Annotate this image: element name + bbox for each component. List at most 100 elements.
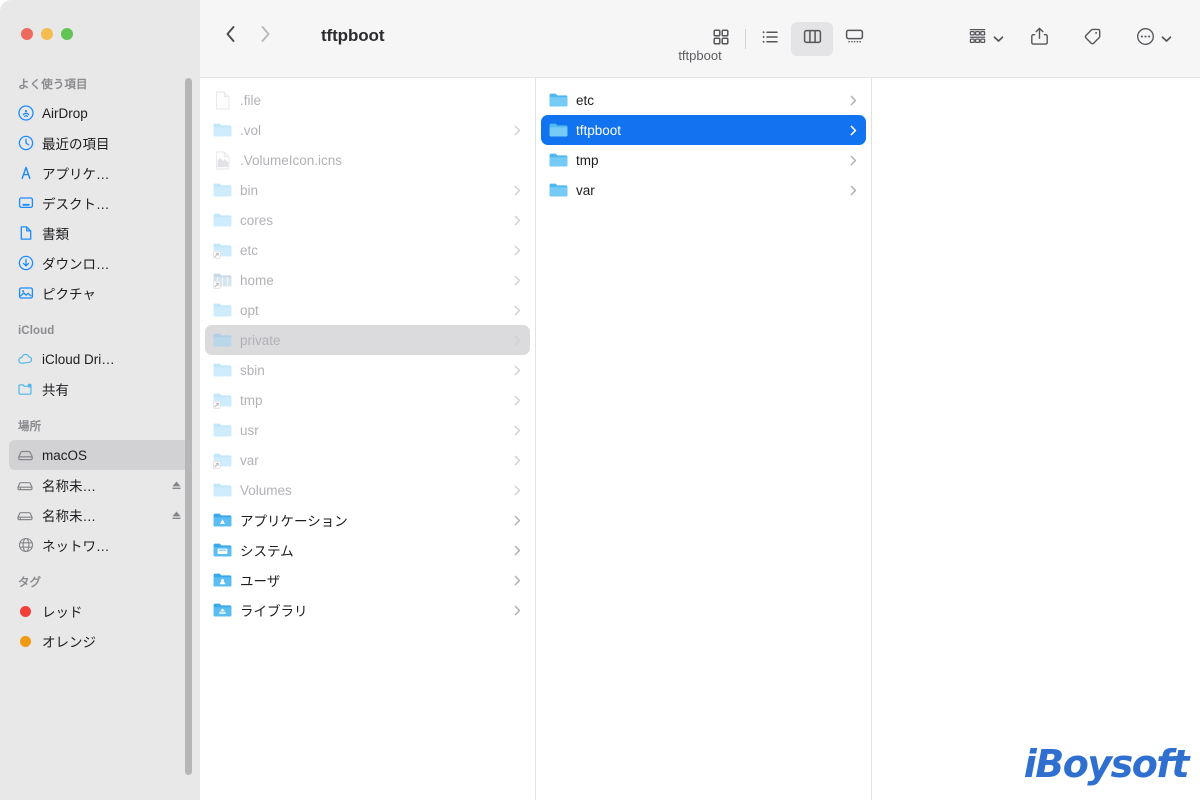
list-item-label: .VolumeIcon.icns (240, 152, 343, 168)
list-item[interactable]: etc (205, 235, 530, 265)
list-item[interactable]: etc (541, 85, 866, 115)
chevron-down-icon (1161, 35, 1172, 43)
list-item[interactable]: tmp (541, 145, 866, 175)
system-folder-icon (213, 541, 232, 560)
maximize-button[interactable] (61, 28, 73, 40)
chevron-right-icon (514, 485, 523, 496)
list-item[interactable]: tmp (205, 385, 530, 415)
list-item-label: sbin (240, 362, 265, 378)
list-item-label: home (240, 272, 274, 288)
list-item-label: etc (576, 92, 595, 108)
library-folder-icon (213, 601, 232, 620)
sidebar-section-favorites-title: よく使う項目 (18, 79, 88, 91)
chevron-down-icon (993, 35, 1004, 43)
sidebar-item-tag-red[interactable]: レッド (9, 596, 191, 626)
list-item[interactable]: ユーザ (205, 565, 530, 595)
sidebar-item-macos[interactable]: macOS (9, 440, 191, 470)
chevron-right-icon (514, 365, 523, 376)
column-3[interactable] (872, 78, 1199, 800)
column-1[interactable]: .file .vol .VolumeIcon.icns bin cores et… (200, 78, 536, 800)
list-item-label: tmp (576, 152, 599, 168)
chevron-right-icon (514, 515, 523, 526)
chevron-right-icon (514, 545, 523, 556)
folder-icon (213, 331, 232, 350)
chevron-right-icon (514, 425, 523, 436)
clock-icon (17, 135, 34, 152)
list-item-private[interactable]: private (205, 325, 530, 355)
external-disk-icon (17, 477, 34, 494)
icloud-icon (17, 351, 34, 368)
folder-icon (213, 211, 232, 230)
list-item[interactable]: Volumes (205, 475, 530, 505)
airdrop-icon (17, 105, 34, 122)
sidebar-item-documents[interactable]: 書類 (9, 218, 191, 248)
sidebar-item-label: ダウンロ… (42, 257, 110, 272)
sidebar-item-untitled-disk-2[interactable]: 名称未… (9, 500, 191, 530)
navigation-buttons (224, 24, 272, 44)
sidebar-item-label: 最近の項目 (42, 137, 110, 152)
chevron-right-icon (514, 605, 523, 616)
forward-button[interactable] (259, 24, 272, 44)
list-item[interactable]: opt (205, 295, 530, 325)
sidebar-item-untitled-disk-1[interactable]: 名称未… (9, 470, 191, 500)
list-item[interactable]: .VolumeIcon.icns (205, 145, 530, 175)
list-item[interactable]: cores (205, 205, 530, 235)
list-item[interactable]: .vol (205, 115, 530, 145)
sidebar-item-downloads[interactable]: ダウンロ… (9, 248, 191, 278)
folder-icon (549, 181, 568, 200)
eject-icon[interactable] (171, 480, 183, 491)
list-item[interactable]: システム (205, 535, 530, 565)
external-disk-icon (17, 507, 34, 524)
sidebar-item-applications[interactable]: アプリケ… (9, 158, 191, 188)
sidebar-item-icloud-drive[interactable]: iCloud Dri… (9, 344, 191, 374)
iboysoft-watermark: iBoysoft (1023, 742, 1190, 786)
list-item-label: etc (240, 242, 259, 258)
folder-alias-icon (213, 271, 232, 290)
list-item[interactable]: sbin (205, 355, 530, 385)
list-item[interactable]: var (541, 175, 866, 205)
document-icon (17, 225, 34, 242)
chevron-right-icon (514, 125, 523, 136)
list-item[interactable]: ライブラリ (205, 595, 530, 625)
list-item[interactable]: home (205, 265, 530, 295)
finder-window: よく使う項目 AirDrop 最近の項目 アプリケ… デスクト… 書類 ダウンロ… (0, 0, 1200, 800)
list-item-tftpboot-selected[interactable]: tftpboot (541, 115, 866, 145)
folder-icon (549, 91, 568, 110)
list-item-label: ライブラリ (240, 604, 308, 619)
list-item[interactable]: var (205, 445, 530, 475)
chevron-right-icon (850, 155, 859, 166)
list-item-label: .file (240, 92, 262, 108)
sidebar-item-shared[interactable]: 共有 (9, 374, 191, 404)
sidebar-item-label: 名称未… (42, 479, 96, 494)
sidebar-item-label: AirDrop (42, 105, 88, 121)
list-item[interactable]: .file (205, 85, 530, 115)
chevron-right-icon (514, 335, 523, 346)
downloads-icon (17, 255, 34, 272)
back-button[interactable] (224, 24, 237, 44)
sidebar-scrollbar[interactable] (185, 78, 192, 775)
list-item-label: アプリケーション (240, 514, 348, 529)
sidebar-item-airdrop[interactable]: AirDrop (9, 98, 191, 128)
list-item-label: tftpboot (576, 122, 622, 138)
list-item[interactable]: アプリケーション (205, 505, 530, 535)
sidebar-item-network[interactable]: ネットワ… (9, 530, 191, 560)
sidebar-item-desktop[interactable]: デスクト… (9, 188, 191, 218)
applications-icon (17, 165, 34, 182)
list-item[interactable]: bin (205, 175, 530, 205)
minimize-button[interactable] (41, 28, 53, 40)
chevron-right-icon (514, 395, 523, 406)
sidebar-section-icloud-title: iCloud (18, 325, 55, 337)
close-button[interactable] (21, 28, 33, 40)
sidebar-item-label: デスクト… (42, 197, 110, 212)
sidebar-item-pictures[interactable]: ピクチャ (9, 278, 191, 308)
sidebar-scroll-area[interactable]: よく使う項目 AirDrop 最近の項目 アプリケ… デスクト… 書類 ダウンロ… (0, 72, 200, 800)
sidebar-item-recents[interactable]: 最近の項目 (9, 128, 191, 158)
list-item[interactable]: usr (205, 415, 530, 445)
sidebar-item-tag-orange[interactable]: オレンジ (9, 626, 191, 656)
folder-icon (213, 421, 232, 440)
sidebar-item-label: ピクチャ (42, 287, 96, 302)
harddisk-icon (17, 447, 34, 464)
path-subtitle: tftpboot (678, 48, 722, 63)
eject-icon[interactable] (171, 510, 183, 521)
column-2[interactable]: etc tftpboot tmp var (536, 78, 872, 800)
